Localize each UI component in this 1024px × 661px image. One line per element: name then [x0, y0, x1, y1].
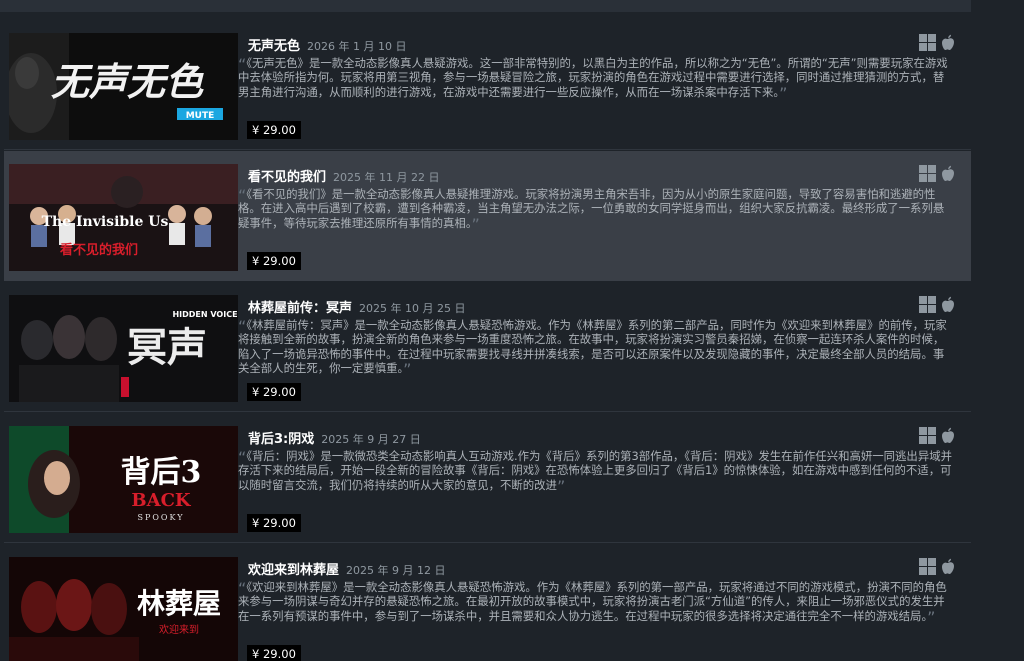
- game-row-mute[interactable]: 无声无色 MUTE 无声无色 2026 年 1 月 10 日 “《无声无色》是一…: [4, 20, 971, 150]
- platform-icons: [919, 296, 958, 313]
- game-row-invisible-us[interactable]: The Invisible Us 看不见的我们 看不见的我们 2025 年 11…: [4, 151, 971, 281]
- game-description: “《无声无色》是一款全动态影像真人悬疑游戏。这一部非常特别的，以黑白为主的作品，…: [238, 56, 948, 99]
- capsule-title-text: 林葬屋: [137, 587, 221, 620]
- game-list: 无声无色 MUTE 无声无色 2026 年 1 月 10 日 “《无声无色》是一…: [4, 20, 971, 661]
- release-date: 2025 年 10 月 25 日: [359, 302, 466, 315]
- windows-icon: [919, 296, 936, 313]
- capsule-sub-text: BACK: [131, 490, 192, 511]
- game-title[interactable]: 林葬屋前传：冥声: [248, 297, 352, 316]
- capsule-sub-text: 欢迎来到: [159, 623, 199, 636]
- game-capsule-image[interactable]: 林葬屋 欢迎来到: [9, 557, 238, 661]
- game-description: “《看不见的我们》是一款全动态影像真人悬疑推理游戏。玩家将扮演男主角宋吾非，因为…: [238, 187, 945, 230]
- capsule-title-text: 冥声: [127, 324, 207, 371]
- release-date: 2026 年 1 月 10 日: [307, 40, 407, 53]
- game-row-welcome-linzangwu[interactable]: 林葬屋 欢迎来到 欢迎来到林葬屋 2025 年 9 月 12 日 “《欢迎来到林…: [4, 544, 971, 661]
- apple-icon: [941, 427, 958, 444]
- capsule-sub-text: MUTE: [186, 111, 215, 121]
- game-capsule-image[interactable]: The Invisible Us 看不见的我们: [9, 164, 238, 271]
- windows-icon: [919, 427, 936, 444]
- game-title[interactable]: 背后3:阴戏: [248, 428, 314, 447]
- game-description: “《背后：阴戏》是一款微恐类全动态影响真人互动游戏.作为《背后》系列的第3部作品…: [238, 449, 952, 492]
- apple-icon: [941, 165, 958, 182]
- capsule-title-text: The Invisible Us: [42, 214, 169, 230]
- apple-icon: [941, 558, 958, 575]
- game-capsule-image[interactable]: 无声无色 MUTE: [9, 33, 238, 140]
- game-capsule-image[interactable]: 冥声 HIDDEN VOICE: [9, 295, 238, 402]
- price-tag[interactable]: ¥ 29.00: [247, 252, 301, 270]
- windows-icon: [919, 558, 936, 575]
- release-date: 2025 年 9 月 12 日: [346, 564, 446, 577]
- game-description: “《林葬屋前传：冥声》是一款全动态影像真人悬疑恐怖游戏。作为《林葬屋》系列的第二…: [238, 318, 947, 376]
- game-title[interactable]: 欢迎来到林葬屋: [248, 559, 339, 578]
- capsule-sub-text: HIDDEN VOICE: [172, 310, 237, 319]
- apple-icon: [941, 296, 958, 313]
- game-title[interactable]: 看不见的我们: [248, 166, 326, 185]
- game-row-back-3[interactable]: 背后3 BACK SPOOKY 背后3:阴戏 2025 年 9 月 27 日 “…: [4, 413, 971, 543]
- game-capsule-image[interactable]: 背后3 BACK SPOOKY: [9, 426, 238, 533]
- platform-icons: [919, 165, 958, 182]
- price-tag[interactable]: ¥ 29.00: [247, 645, 301, 661]
- apple-icon: [941, 34, 958, 51]
- release-date: 2025 年 11 月 22 日: [333, 171, 440, 184]
- price-tag[interactable]: ¥ 29.00: [247, 514, 301, 532]
- windows-icon: [919, 165, 936, 182]
- top-bar: [0, 0, 971, 12]
- game-title[interactable]: 无声无色: [248, 35, 300, 54]
- windows-icon: [919, 34, 936, 51]
- capsule-sub2-text: SPOOKY: [137, 513, 184, 522]
- game-description: “《欢迎来到林葬屋》是一款全动态影像真人悬疑恐怖游戏。作为《林葬屋》系列的第一部…: [238, 580, 947, 623]
- capsule-title-text: 无声无色: [51, 59, 204, 104]
- right-gutter: [971, 0, 1024, 661]
- release-date: 2025 年 9 月 27 日: [321, 433, 421, 446]
- capsule-title-text: 背后3: [121, 455, 202, 490]
- game-row-hidden-voice[interactable]: 冥声 HIDDEN VOICE 林葬屋前传：冥声 2025 年 10 月 25 …: [4, 282, 971, 412]
- platform-icons: [919, 34, 958, 51]
- platform-icons: [919, 427, 958, 444]
- price-tag[interactable]: ¥ 29.00: [247, 383, 301, 401]
- price-tag[interactable]: ¥ 29.00: [247, 121, 301, 139]
- capsule-sub-text: 看不见的我们: [60, 242, 138, 258]
- platform-icons: [919, 558, 958, 575]
